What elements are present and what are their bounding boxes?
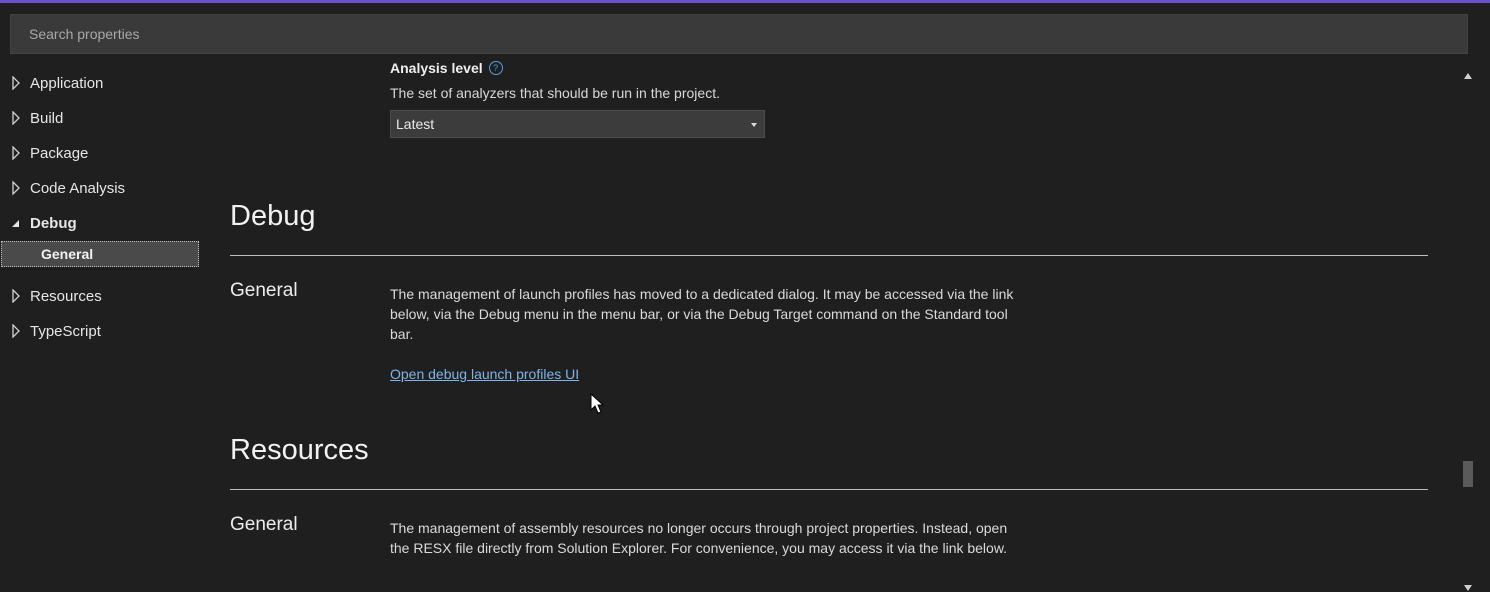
group-title-debug-general: General bbox=[230, 280, 298, 301]
sidebar-item-package[interactable]: Package bbox=[0, 138, 200, 168]
search-placeholder: Search properties bbox=[29, 26, 140, 42]
expand-arrow-icon[interactable] bbox=[11, 289, 21, 303]
section-divider bbox=[230, 255, 1428, 256]
open-debug-launch-profiles-link[interactable]: Open debug launch profiles UI bbox=[390, 366, 579, 382]
help-icon[interactable]: ? bbox=[488, 61, 503, 75]
window-accent-bar bbox=[0, 0, 1490, 3]
group-title-resources-general: General bbox=[230, 514, 298, 535]
expand-arrow-icon[interactable] bbox=[11, 111, 21, 125]
sidebar-subitem-label: General bbox=[41, 246, 94, 262]
mouse-cursor-icon bbox=[590, 393, 604, 414]
scroll-down-icon[interactable] bbox=[1463, 584, 1473, 592]
sidebar-item-label: TypeScript bbox=[30, 322, 101, 340]
dropdown-value: Latest bbox=[396, 116, 435, 132]
debug-general-description: The management of launch profiles has mo… bbox=[390, 286, 1014, 342]
expand-arrow-icon[interactable] bbox=[11, 146, 21, 160]
properties-content: Analysis level ? The set of analyzers th… bbox=[230, 56, 1430, 592]
expand-arrow-icon[interactable] bbox=[11, 76, 21, 90]
sidebar-item-label: Resources bbox=[30, 287, 102, 305]
scrollbar-thumb[interactable] bbox=[1463, 461, 1473, 487]
sidebar-item-typescript[interactable]: TypeScript bbox=[0, 316, 200, 346]
collapse-arrow-icon[interactable] bbox=[11, 216, 21, 230]
sidebar-item-debug-general[interactable]: General bbox=[1, 241, 199, 267]
section-divider bbox=[230, 489, 1428, 490]
analysis-level-dropdown[interactable]: Latest bbox=[390, 110, 765, 138]
sidebar-item-build[interactable]: Build bbox=[0, 103, 200, 133]
sidebar-item-label: Code Analysis bbox=[30, 179, 126, 197]
expand-arrow-icon[interactable] bbox=[11, 181, 21, 195]
sidebar-item-label: Debug bbox=[30, 214, 77, 232]
expand-arrow-icon[interactable] bbox=[11, 324, 21, 338]
analysis-level-title: Analysis level bbox=[390, 60, 483, 76]
search-input[interactable]: Search properties bbox=[10, 14, 1468, 54]
sidebar-item-label: Build bbox=[30, 109, 64, 127]
analysis-level-description: The set of analyzers that should be run … bbox=[390, 85, 720, 101]
sidebar-item-resources[interactable]: Resources bbox=[0, 281, 200, 311]
scroll-up-icon[interactable] bbox=[1463, 72, 1473, 80]
analysis-level-heading: Analysis level ? bbox=[390, 60, 503, 76]
section-title-debug: Debug bbox=[230, 200, 316, 232]
section-title-resources: Resources bbox=[230, 434, 369, 466]
vertical-scrollbar[interactable] bbox=[1458, 64, 1478, 592]
sidebar-item-code-analysis[interactable]: Code Analysis bbox=[0, 173, 200, 203]
resources-general-description: The management of assembly resources no … bbox=[390, 520, 1008, 556]
sidebar-item-label: Package bbox=[30, 144, 89, 162]
sidebar-item-application[interactable]: Application bbox=[0, 68, 200, 98]
sidebar-item-debug[interactable]: Debug bbox=[0, 208, 200, 238]
chevron-down-icon bbox=[751, 123, 757, 127]
sidebar-item-label: Application bbox=[30, 74, 104, 92]
